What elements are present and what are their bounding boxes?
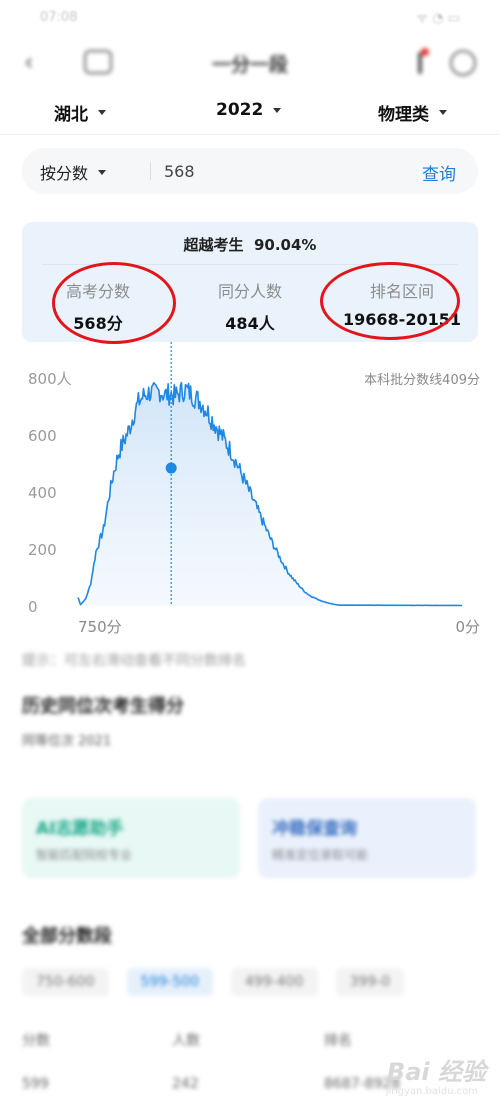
search-type-select[interactable]: 按分数 [40, 160, 107, 184]
stat-rank-range: 排名区间 19668-20151 [326, 278, 478, 329]
stat-same-count: 同分人数 484人 [174, 278, 326, 334]
year-select[interactable]: 2022 [216, 100, 282, 120]
chevron-down-icon [439, 110, 447, 115]
share-icon[interactable] [418, 48, 429, 74]
score-search-bar: 按分数 查询 [22, 148, 478, 194]
range-tab[interactable]: 399-0 [335, 968, 405, 996]
status-bar: 07:08 ᯤ ◔ ▭ [0, 0, 500, 36]
table-cell: 242 [172, 1076, 199, 1092]
x-axis-right-label: 0分 [455, 618, 480, 636]
top-nav: ‹ 一分一段 [0, 36, 500, 90]
chevron-down-icon [98, 110, 106, 115]
score-distribution-chart[interactable]: 800人 600 400 200 0 本科批分数线409分 750分 0分 [0, 342, 500, 642]
y-tick-label: 0 [28, 598, 38, 616]
status-time: 07:08 [40, 10, 78, 25]
promo-title: AI志愿助手 [36, 819, 124, 839]
chevron-down-icon [98, 169, 107, 175]
beat-value: 90.04% [253, 236, 317, 254]
promo-sub: 精准定位录取可能 [272, 848, 369, 862]
cutoff-annotation: 本科批分数线409分 [364, 373, 480, 388]
subject-select[interactable]: 物理类 [378, 100, 447, 125]
stat-label: 高考分数 [65, 282, 130, 301]
chevron-down-icon [273, 107, 282, 113]
query-button[interactable]: 查询 [422, 160, 456, 185]
watermark-url: jingyan.baidu.com [385, 1086, 478, 1097]
table-cell: 排名 [324, 1033, 352, 1049]
range-tabs: 750-600 599-500 499-400 399-0 [22, 968, 405, 996]
y-tick-label: 200 [28, 541, 57, 559]
stat-score: 高考分数 568分 [22, 278, 174, 334]
table-cell: 599 [22, 1076, 49, 1092]
y-tick-label: 400 [28, 484, 57, 502]
stat-value: 484人 [225, 314, 275, 333]
divider [42, 264, 458, 265]
x-axis-left-label: 750分 [78, 618, 122, 636]
selected-score-point [165, 462, 177, 474]
history-section-sub: 同等位次 2021 [22, 734, 112, 749]
range-tab[interactable]: 599-500 [126, 968, 213, 996]
status-icons: ᯤ ◔ ▭ [416, 11, 460, 26]
divider [150, 162, 151, 180]
beat-label: 超越考生 [183, 236, 244, 254]
result-card: 超越考生 90.04% 高考分数 568分 同分人数 484人 排名区间 196… [22, 222, 478, 342]
promo-title: 冲稳保查询 [272, 819, 357, 839]
watermark-logo: Bai 经验 [386, 1058, 486, 1086]
stat-value: 19668-20151 [343, 310, 461, 329]
y-tick-label: 800人 [28, 370, 72, 388]
range-tab[interactable]: 499-400 [231, 968, 318, 996]
stat-label: 排名区间 [369, 282, 434, 301]
beat-summary: 超越考生 90.04% [22, 234, 478, 255]
history-section-title: 历史同位次考生得分 [22, 696, 184, 717]
table-cell: 人数 [172, 1033, 200, 1049]
promo-card-ai[interactable]: AI志愿助手 智能匹配院校专业 [22, 798, 240, 878]
filter-bar: 湖北 2022 物理类 [0, 90, 500, 135]
province-label: 湖北 [54, 105, 88, 125]
range-tab[interactable]: 750-600 [22, 968, 109, 996]
table-section-title: 全部分数段 [22, 926, 112, 947]
score-input[interactable] [164, 158, 384, 184]
province-select[interactable]: 湖北 [54, 100, 106, 125]
more-icon[interactable] [450, 50, 476, 76]
stat-label: 同分人数 [217, 282, 282, 301]
hint-text: 提示：可左右滑动查看不同分数排名 [22, 653, 246, 669]
stat-value: 568分 [73, 314, 123, 333]
y-tick-label: 600 [28, 427, 57, 445]
promo-card-query[interactable]: 冲稳保查询 精准定位录取可能 [258, 798, 476, 878]
year-label: 2022 [216, 100, 264, 120]
promo-sub: 智能匹配院校专业 [36, 848, 133, 862]
search-type-label: 按分数 [40, 164, 89, 183]
subject-label: 物理类 [378, 105, 429, 125]
table-cell: 分数 [22, 1033, 50, 1049]
